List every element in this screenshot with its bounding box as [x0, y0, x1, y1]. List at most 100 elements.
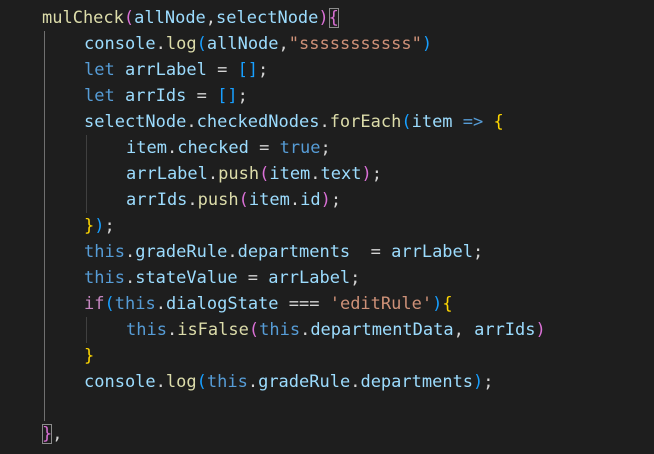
code-token: mulCheck: [42, 8, 124, 28]
code-token: (: [196, 372, 207, 392]
code-token: ===: [278, 294, 330, 314]
code-line[interactable]: arrLabel.push(item.text);: [126, 161, 382, 187]
code-token: }: [84, 346, 95, 366]
code-token: stateValue: [135, 268, 238, 288]
code-token: {: [442, 294, 453, 314]
code-token: id: [300, 190, 321, 210]
code-token: arrLabel: [268, 268, 351, 288]
code-line[interactable]: let arrLabel = [];: [84, 57, 268, 83]
code-line[interactable]: this.isFalse(this.departmentData, arrIds…: [126, 317, 546, 343]
code-token: ;: [258, 60, 269, 80]
code-token: =: [237, 268, 269, 288]
code-token: ): [320, 190, 331, 210]
code-token: let: [84, 60, 125, 80]
code-token: (: [123, 8, 135, 28]
code-token: allNode: [206, 34, 279, 54]
code-token: arrLabel: [391, 242, 474, 262]
code-token: .: [166, 320, 178, 340]
code-token: "sssssssssss": [288, 34, 422, 54]
indent-guide: [44, 31, 45, 421]
code-token: gradeRule: [135, 242, 228, 262]
code-token: checked: [177, 138, 249, 158]
code-token: =: [350, 242, 392, 262]
code-token: =: [248, 138, 280, 158]
code-token: this: [114, 294, 156, 314]
code-line[interactable]: selectNode.checkedNodes.forEach(item => …: [84, 109, 504, 135]
code-token: departments: [237, 242, 351, 262]
code-line[interactable]: console.log(this.gradeRule.departments);: [84, 369, 494, 395]
code-token: ): [94, 216, 105, 236]
code-editor[interactable]: mulCheck(allNode,selectNode){console.log…: [0, 0, 654, 454]
code-line[interactable]: item.checked = true;: [126, 135, 331, 161]
code-token: arrLabel: [126, 164, 208, 184]
code-token: .: [166, 138, 178, 158]
code-token: departmentData: [310, 320, 454, 340]
code-token: this: [206, 372, 248, 392]
code-token: .: [289, 190, 301, 210]
code-token: item: [411, 112, 453, 132]
code-token: ;: [320, 138, 331, 158]
code-token: .: [350, 372, 361, 392]
code-token: log: [165, 34, 197, 54]
code-token: push: [197, 190, 239, 210]
code-token: ;: [350, 268, 361, 288]
code-token: .: [124, 242, 136, 262]
code-token: push: [218, 164, 260, 184]
code-token: ): [473, 372, 484, 392]
code-token: ;: [330, 190, 342, 210]
code-line[interactable]: this.stateValue = arrLabel;: [84, 265, 360, 291]
code-line[interactable]: }: [84, 343, 94, 369]
code-token: ,: [453, 320, 475, 340]
code-token: =>: [452, 112, 494, 132]
code-token: ;: [371, 164, 382, 184]
code-token: }: [84, 216, 95, 236]
code-token: console: [84, 34, 156, 54]
code-line[interactable]: },: [42, 421, 63, 447]
code-token: .: [310, 164, 321, 184]
code-token: (: [238, 190, 249, 210]
code-token: .: [227, 242, 238, 262]
code-token: this: [126, 320, 167, 340]
code-token: ;: [104, 216, 115, 236]
code-token: ;: [473, 242, 484, 262]
indent-guide: [86, 135, 87, 213]
code-token: .: [186, 112, 197, 132]
code-token: []: [237, 60, 259, 80]
code-token: .: [207, 164, 219, 184]
code-token: item: [269, 164, 311, 184]
code-token: []: [217, 86, 238, 106]
code-line[interactable]: });: [84, 213, 115, 239]
code-token: ,: [278, 34, 289, 54]
code-token: ): [361, 164, 372, 184]
code-token: (: [104, 294, 115, 314]
code-line[interactable]: arrIds.push(item.id);: [126, 187, 341, 213]
code-token: .: [155, 372, 166, 392]
code-token: isFalse: [177, 320, 249, 340]
code-token: if: [84, 294, 105, 314]
code-token: this: [84, 242, 125, 262]
code-token: .: [187, 190, 198, 210]
code-token: item: [248, 190, 290, 210]
code-line[interactable]: mulCheck(allNode,selectNode){: [42, 5, 339, 31]
indent-guide: [86, 317, 87, 343]
code-token: (: [196, 34, 207, 54]
code-token: (: [401, 112, 412, 132]
code-token: departments: [360, 372, 474, 392]
code-token: =: [186, 86, 218, 106]
code-token: dialogState: [165, 294, 279, 314]
code-token: log: [165, 372, 197, 392]
code-token: ): [535, 320, 546, 340]
code-token: this: [259, 320, 301, 340]
code-line[interactable]: console.log(allNode,"sssssssssss"): [84, 31, 432, 57]
code-line[interactable]: if(this.dialogState === 'editRule'){: [84, 291, 453, 317]
code-token: .: [155, 294, 166, 314]
code-token: ): [318, 8, 329, 28]
code-token: .: [319, 112, 330, 132]
code-token: this: [84, 268, 125, 288]
code-token: ;: [483, 372, 494, 392]
code-line[interactable]: this.gradeRule.departments = arrLabel;: [84, 239, 483, 265]
code-token: text: [320, 164, 362, 184]
code-token: {: [493, 112, 504, 132]
code-token: .: [155, 34, 166, 54]
code-line[interactable]: let arrIds = [];: [84, 83, 248, 109]
